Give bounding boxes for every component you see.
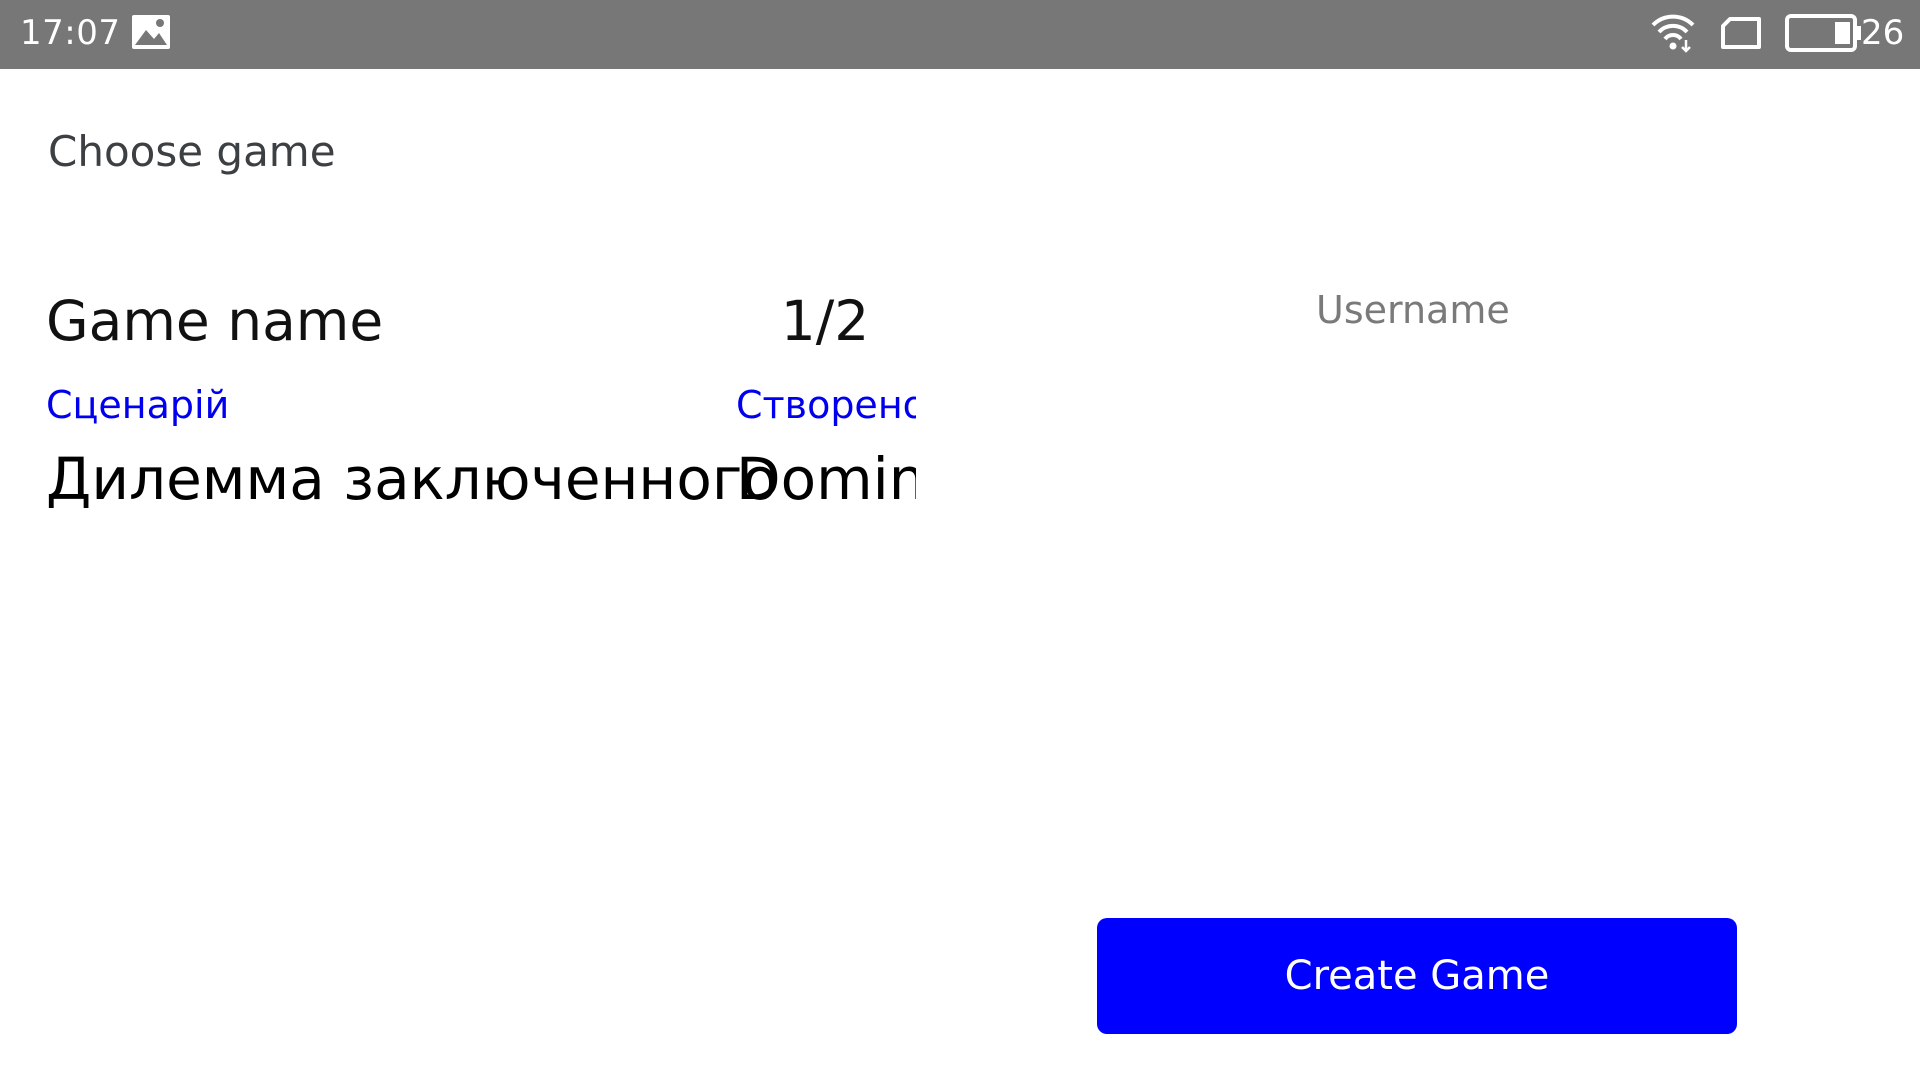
battery-icon [1785,14,1861,52]
photo-icon [132,15,170,49]
page-title: Choose game [48,127,336,176]
sim-icon [1721,17,1761,49]
username-input[interactable] [1300,278,1836,342]
scenario-name: Дилемма заключенного [46,445,778,513]
game-name-header: Game name [46,289,384,353]
create-game-button[interactable]: Create Game [1097,918,1737,1034]
status-bar: 17:07 26 [0,0,1920,69]
created-label: Створено [736,383,916,427]
battery-level: 26 [1861,13,1905,53]
scenario-label: Сценарій [46,383,230,427]
creator-name: Domin [736,445,916,513]
status-time: 17:07 [20,13,121,53]
game-list-item[interactable]: Сценарій Створено Дилемма заключенного D… [46,380,916,530]
players-count-header: 1/2 [780,289,870,353]
wifi-icon [1651,14,1695,53]
